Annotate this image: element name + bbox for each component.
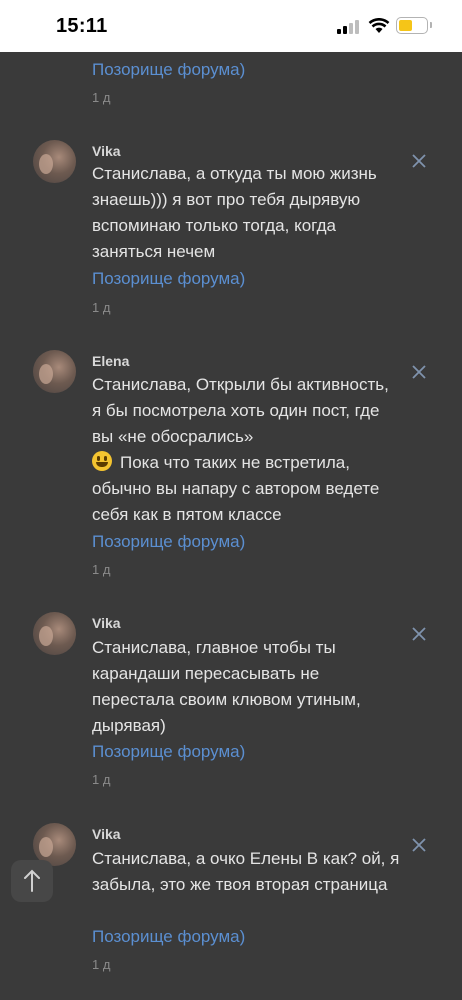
comment-author[interactable]: Vika xyxy=(92,143,121,159)
comment-link[interactable]: Позорище форума) xyxy=(92,742,245,762)
wifi-icon xyxy=(368,18,390,33)
comment-author[interactable]: Vika xyxy=(92,615,121,631)
comment-time: 1 д xyxy=(92,90,111,105)
close-icon[interactable] xyxy=(410,625,428,643)
comment-link[interactable]: Позорище форума) xyxy=(92,927,245,947)
comment-link[interactable]: Позорище форума) xyxy=(92,60,245,80)
signal-icon xyxy=(337,20,361,34)
close-icon[interactable] xyxy=(410,363,428,381)
avatar[interactable] xyxy=(33,140,76,183)
comment-time: 1 д xyxy=(92,957,111,972)
arrow-up-icon xyxy=(24,869,40,892)
comment-text-part2: Пока что таких не встретила, обычно вы н… xyxy=(92,453,380,524)
comment-text-part1: Станислава, Открыли бы активность, я бы … xyxy=(92,375,389,446)
status-time: 15:11 xyxy=(56,15,108,37)
comment-time: 1 д xyxy=(92,300,111,315)
comment-time: 1 д xyxy=(92,772,111,787)
comment-text: Станислава, а откуда ты мою жизнь знаешь… xyxy=(92,164,377,261)
comment-text: Станислава, Открыли бы активность, я бы … xyxy=(92,372,402,528)
grinning-face-emoji-icon xyxy=(92,451,112,471)
close-icon[interactable] xyxy=(410,152,428,170)
avatar[interactable] xyxy=(33,350,76,393)
avatar[interactable] xyxy=(33,612,76,655)
comment-link[interactable]: Позорище форума) xyxy=(92,269,245,289)
close-icon[interactable] xyxy=(410,836,428,854)
comment-author[interactable]: Elena xyxy=(92,353,129,369)
battery-icon xyxy=(396,17,432,34)
status-bar: 15:11 xyxy=(0,0,462,52)
comment-link[interactable]: Позорище форума) xyxy=(92,532,245,552)
comment-text: Станислава, а очко Елены В как? ой, я за… xyxy=(92,849,400,894)
comment-time: 1 д xyxy=(92,562,111,577)
comment-text: Станислава, главное чтобы ты карандаши п… xyxy=(92,638,361,735)
comment-author[interactable]: Vika xyxy=(92,826,121,842)
scroll-to-top-button[interactable] xyxy=(11,860,53,902)
